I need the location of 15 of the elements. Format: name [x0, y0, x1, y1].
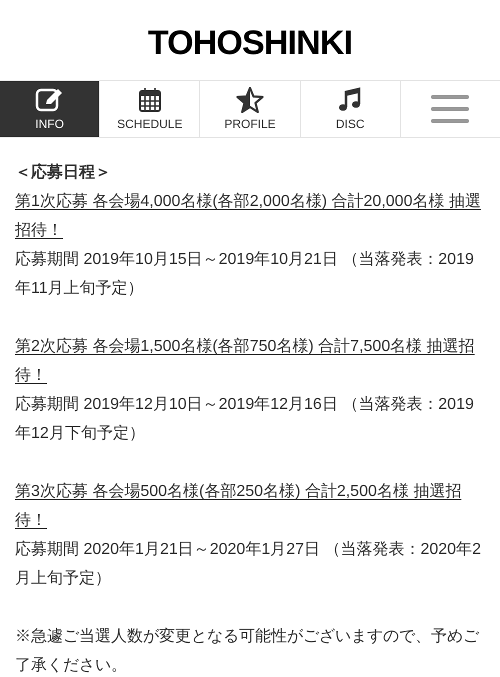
music-note-icon — [338, 87, 362, 113]
section-heading: ＜応募日程＞ — [15, 162, 112, 183]
edit-icon — [34, 87, 65, 113]
application-period: 応募期間 2019年10月15日～2019年10月21日 （当落発表：2019年11月上旬予定） — [15, 250, 475, 299]
star-icon — [236, 87, 264, 113]
campaign-link[interactable]: 第2次応募 各会場1,500名様(各部750名様) 合計7,500名様 抽選招待！ — [15, 332, 485, 390]
application-period: 応募期間 2019年12月10日～2019年12月16日 （当落発表：2019年12月下旬予定） — [15, 394, 475, 444]
application-period: 応募期間 2020年1月21日～2020年1月27日 （当落発表：2020年2月上旬予定） — [15, 540, 482, 589]
campaign-link[interactable]: 第1次応募 各会場4,000名様(各部2,000名様) 合計20,000名様 抽選招待！ — [15, 187, 485, 245]
notice-text: ※急遽ご当選人数が変更となる可能性がございますので、予めご了承ください。 — [15, 626, 480, 676]
campaign-link[interactable]: 第3次応募 各会場500名様(各部250名様) 合計2,500名様 抽選招待！ — [15, 477, 485, 535]
site-title: TOHOSHINKI — [148, 22, 352, 64]
menu-icon — [431, 94, 470, 124]
calendar-icon — [138, 87, 162, 113]
nav-tab[interactable]: INFO — [0, 81, 100, 137]
